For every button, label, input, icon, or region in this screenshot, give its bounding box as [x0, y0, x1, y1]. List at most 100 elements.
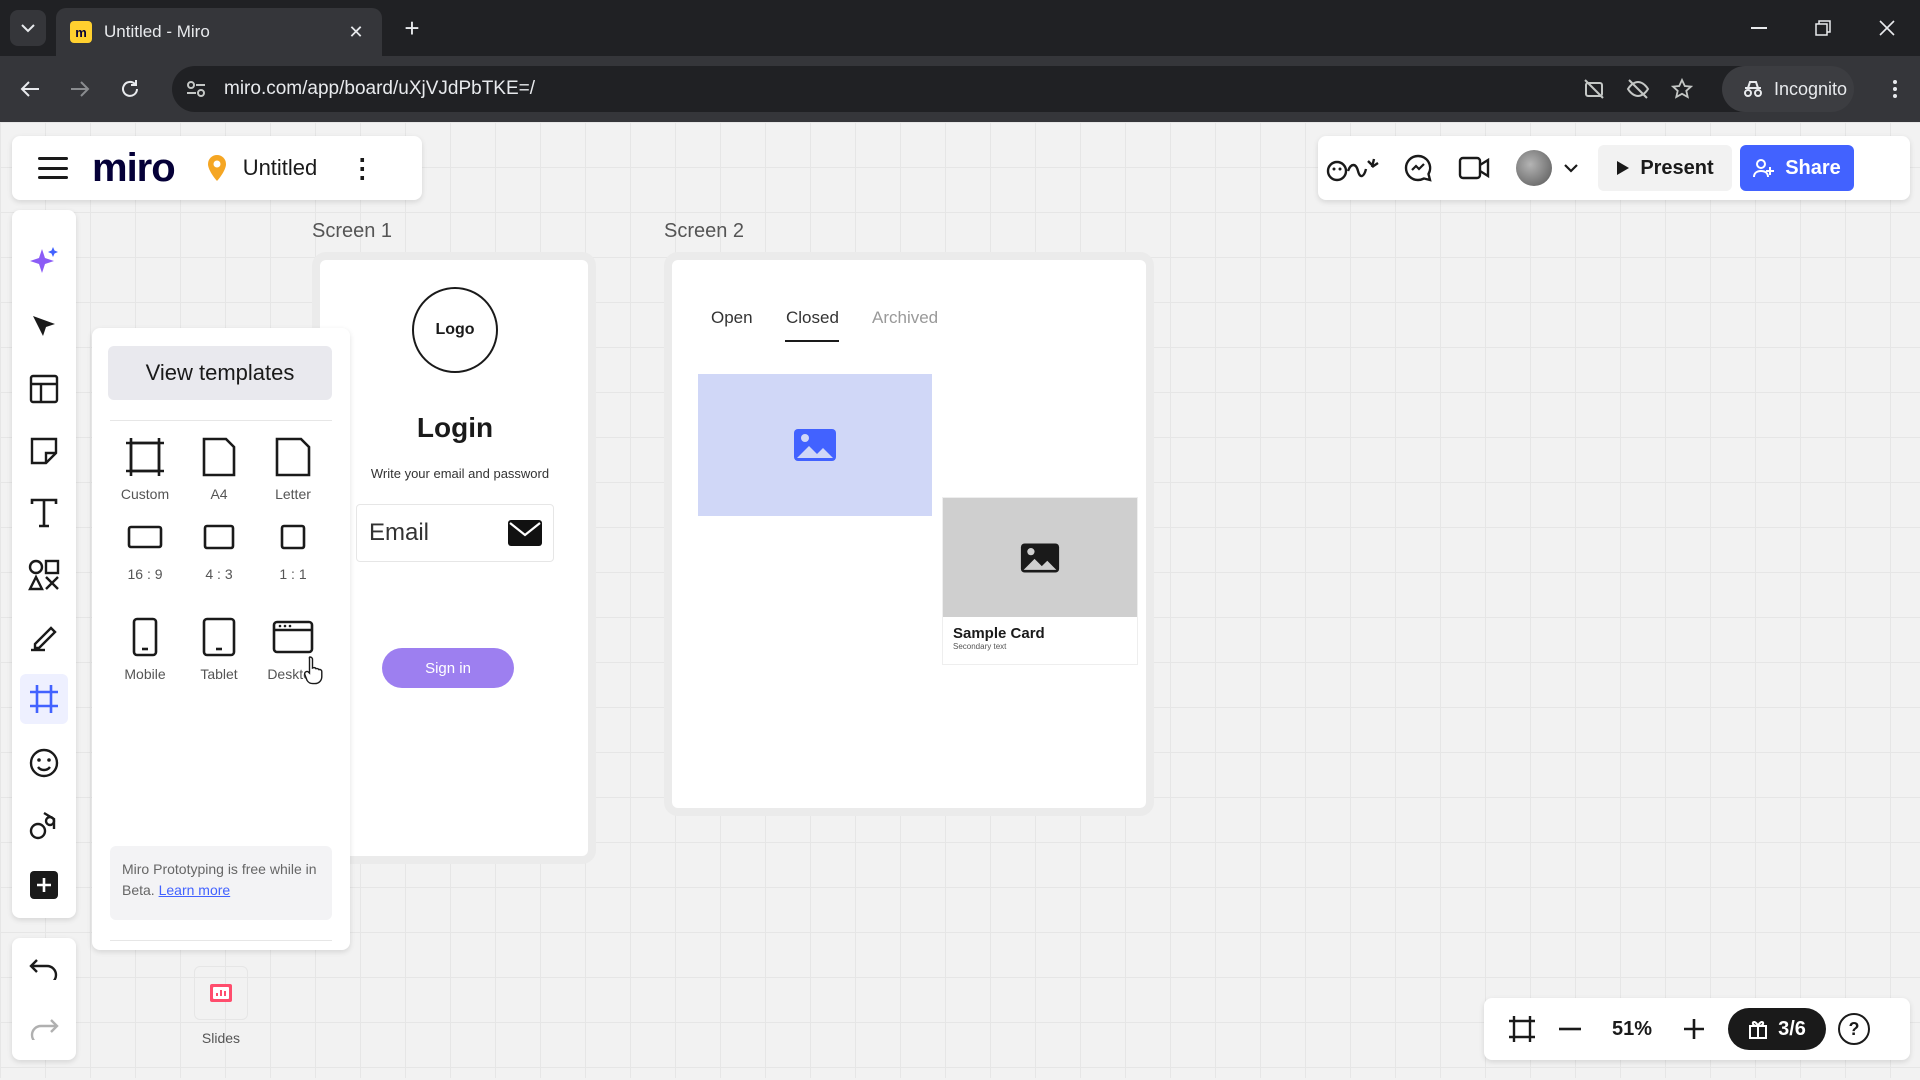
- mock-image-placeholder: [698, 374, 932, 516]
- pen-icon[interactable]: [20, 612, 68, 662]
- slides-icon: [210, 984, 232, 1002]
- eye-off-icon[interactable]: [1626, 77, 1650, 101]
- card-image: [943, 498, 1137, 617]
- share-button[interactable]: Share: [1740, 145, 1854, 191]
- location-pin-icon[interactable]: [205, 154, 229, 182]
- frame-preset-4-3[interactable]: 4 : 3: [182, 514, 256, 582]
- frame-title-screen-1[interactable]: Screen 1: [312, 220, 392, 243]
- zoom-in-icon[interactable]: [1670, 1005, 1718, 1053]
- beta-notice: Miro Prototyping is free while in Beta. …: [110, 846, 332, 920]
- browser-menu-icon[interactable]: [1880, 71, 1910, 107]
- board-header: miro Untitled ⋮: [12, 136, 422, 200]
- envelope-icon: [508, 520, 542, 546]
- help-label: ?: [1848, 1018, 1860, 1039]
- select-cursor-icon[interactable]: [20, 302, 68, 352]
- no-camera-icon[interactable]: [1582, 77, 1606, 101]
- frame-16-9-icon: [127, 525, 163, 549]
- zoom-level[interactable]: 51%: [1594, 1018, 1670, 1041]
- arrow-left-icon: [20, 81, 39, 97]
- new-tab-button[interactable]: +: [396, 12, 428, 44]
- chevron-down-icon: [21, 24, 35, 33]
- frame-a4-icon: [202, 437, 236, 477]
- learn-more-link[interactable]: Learn more: [159, 882, 231, 898]
- redo-icon[interactable]: [20, 1004, 68, 1054]
- share-label: Share: [1785, 156, 1841, 179]
- frame-preset-custom[interactable]: Custom: [108, 434, 182, 502]
- frame-desktop-icon: [272, 620, 314, 654]
- frame-title-screen-2[interactable]: Screen 2: [664, 220, 744, 243]
- tab-title: Untitled - Miro: [104, 22, 210, 41]
- frame-preset-label: 16 : 9: [127, 566, 163, 582]
- undo-icon[interactable]: [20, 944, 68, 994]
- back-button[interactable]: [12, 71, 48, 107]
- frame-preset-16-9[interactable]: 16 : 9: [108, 514, 182, 582]
- restore-icon[interactable]: [1800, 10, 1846, 46]
- frame-1-1-icon: [280, 524, 306, 550]
- mock-login-title: Login: [416, 412, 494, 443]
- image-icon: [1020, 542, 1060, 573]
- mock-sign-in-button[interactable]: Sign in: [382, 648, 514, 688]
- main-menu-icon[interactable]: [38, 157, 68, 179]
- incognito-badge[interactable]: Incognito: [1722, 66, 1854, 112]
- frame-preset-letter[interactable]: Letter: [256, 434, 330, 502]
- help-icon[interactable]: ?: [1838, 1013, 1870, 1045]
- users-icon: [1753, 159, 1775, 178]
- frame-preset-label: Custom: [120, 486, 170, 502]
- frame-preset-a4[interactable]: A4: [182, 434, 256, 502]
- emoji-stickers-icon[interactable]: [20, 738, 68, 788]
- collaboration-toolbar: Present Share: [1318, 136, 1910, 200]
- apps-icon[interactable]: [20, 800, 68, 850]
- board-canvas[interactable]: miro Untitled ⋮ Present Share Screen 1 S…: [0, 122, 1920, 1078]
- frame-letter-icon: [275, 437, 311, 477]
- browser-toolbar: miro.com/app/board/uXjVJdPbTKE=/ Incogni…: [0, 56, 1920, 122]
- user-avatar-menu[interactable]: [1508, 144, 1592, 192]
- tab-search-button[interactable]: [10, 10, 46, 46]
- site-settings-icon[interactable]: [186, 80, 206, 98]
- view-templates-button[interactable]: View templates: [108, 346, 332, 400]
- card-title: Sample Card: [953, 625, 1045, 642]
- creation-toolbar: [12, 210, 76, 918]
- frames-counter-button[interactable]: 3/6: [1728, 1008, 1826, 1050]
- frame-icon[interactable]: [20, 674, 68, 724]
- bookmark-star-icon[interactable]: [1670, 77, 1694, 101]
- shapes-icon[interactable]: [20, 550, 68, 600]
- frame-preset-mobile[interactable]: Mobile: [108, 614, 182, 682]
- reload-button[interactable]: [112, 71, 148, 107]
- mock-email-field[interactable]: Email: [356, 504, 554, 562]
- text-icon[interactable]: [20, 488, 68, 538]
- frame-preset-tablet[interactable]: Tablet: [182, 614, 256, 682]
- frames-count: 3/6: [1778, 1017, 1806, 1040]
- mock-email-placeholder: Email: [369, 519, 430, 546]
- video-call-icon[interactable]: [1446, 144, 1502, 192]
- close-tab-icon[interactable]: ✕: [344, 22, 368, 43]
- add-more-icon[interactable]: [20, 860, 68, 910]
- address-bar[interactable]: miro.com/app/board/uXjVJdPbTKE=/: [172, 66, 1772, 112]
- frame-preset-label: Mobile: [124, 666, 166, 682]
- miro-logo: miro: [92, 146, 176, 190]
- divider: [110, 420, 332, 421]
- reload-icon: [122, 80, 138, 97]
- frames-list-icon[interactable]: [1498, 1005, 1546, 1053]
- close-window-icon[interactable]: [1864, 10, 1910, 46]
- undo-redo-toolbar: [12, 938, 76, 1060]
- ai-sparkle-icon[interactable]: [20, 236, 68, 286]
- minimize-icon[interactable]: [1736, 10, 1782, 46]
- zoom-out-icon[interactable]: [1546, 1005, 1594, 1053]
- sticky-note-icon[interactable]: [20, 426, 68, 476]
- present-button[interactable]: Present: [1598, 145, 1732, 191]
- frame-preset-label: A4: [210, 486, 228, 502]
- browser-tab[interactable]: m Untitled - Miro ✕: [56, 8, 382, 56]
- board-options-icon[interactable]: ⋮: [349, 155, 375, 181]
- frame-preset-1-1[interactable]: 1 : 1: [256, 514, 330, 582]
- mock-tab-closed[interactable]: Closed: [786, 308, 839, 328]
- comments-icon[interactable]: [1390, 144, 1446, 192]
- mock-tab-open[interactable]: Open: [711, 308, 753, 328]
- mock-sample-card[interactable]: Sample Card Secondary text: [942, 497, 1138, 665]
- forward-button[interactable]: [62, 71, 98, 107]
- templates-icon[interactable]: [20, 364, 68, 414]
- reactions-icon[interactable]: [1318, 144, 1390, 192]
- mock-tab-archived[interactable]: Archived: [872, 308, 938, 328]
- frame-preset-label: Letter: [275, 486, 311, 502]
- slides-button[interactable]: Slides: [184, 966, 258, 1046]
- board-title[interactable]: Untitled: [243, 155, 318, 181]
